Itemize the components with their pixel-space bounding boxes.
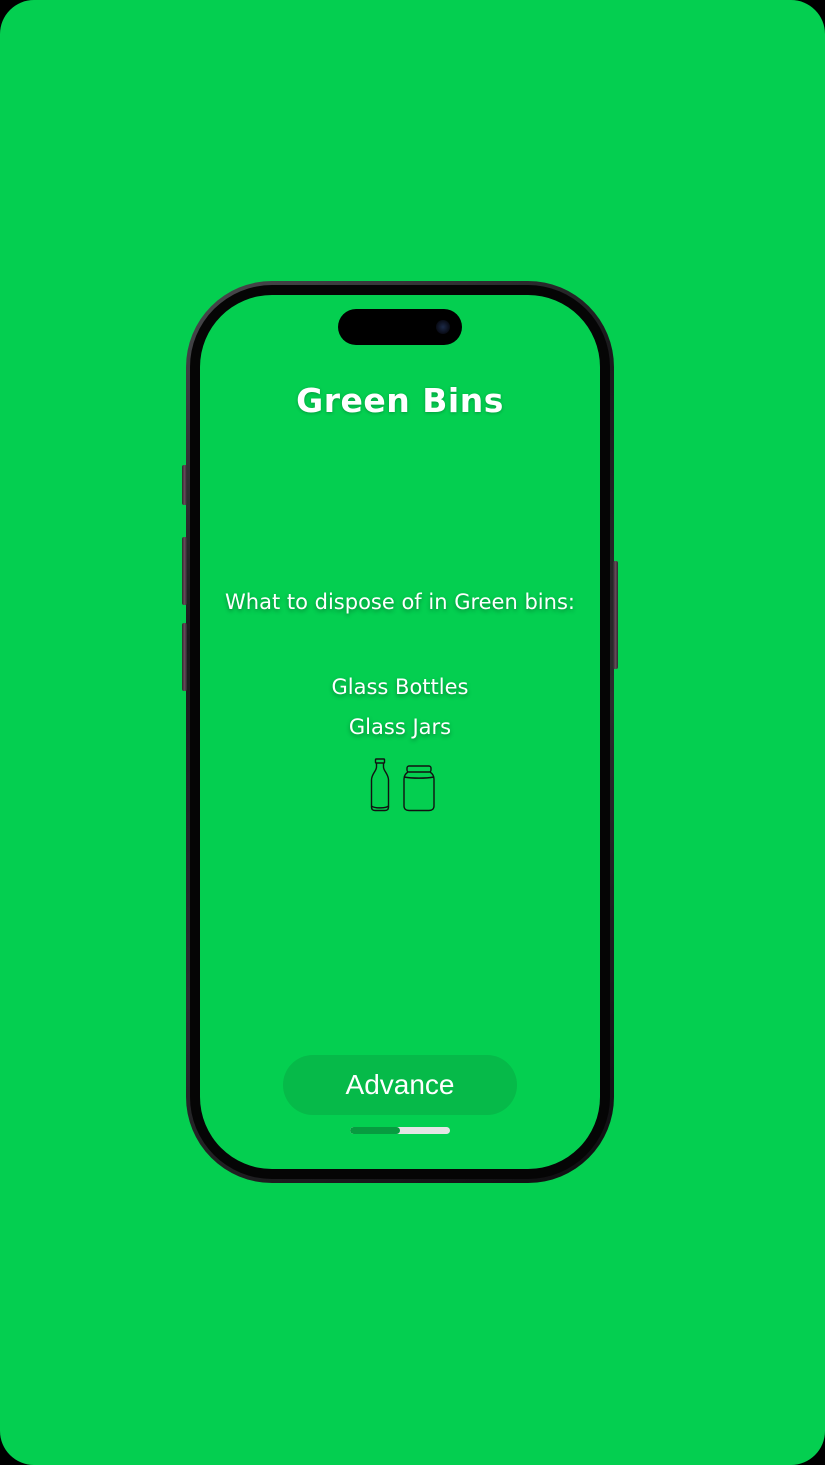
phone-screen: Green Bins What to dispose of in Green b… (200, 295, 600, 1169)
instructions-text: What to dispose of in Green bins: (225, 590, 575, 614)
phone-frame: Green Bins What to dispose of in Green b… (182, 281, 618, 1183)
app-canvas: Green Bins What to dispose of in Green b… (0, 0, 825, 1465)
volume-up-button (182, 537, 187, 605)
glass-bottle-icon (370, 758, 390, 812)
page-title: Green Bins (296, 381, 504, 420)
dynamic-island (338, 309, 462, 345)
advance-button[interactable]: Advance (283, 1055, 517, 1115)
action-button (182, 465, 187, 505)
glass-jar-icon (403, 765, 435, 812)
glass-items-illustration (370, 758, 435, 812)
list-item: Glass Bottles (331, 675, 469, 699)
items-list: Glass Bottles Glass Jars (200, 667, 600, 747)
front-camera-icon (436, 320, 450, 334)
power-button (613, 561, 618, 669)
progress-bar-fill (350, 1127, 400, 1134)
progress-bar (350, 1127, 450, 1134)
volume-down-button (182, 623, 187, 691)
list-item: Glass Jars (348, 715, 452, 739)
